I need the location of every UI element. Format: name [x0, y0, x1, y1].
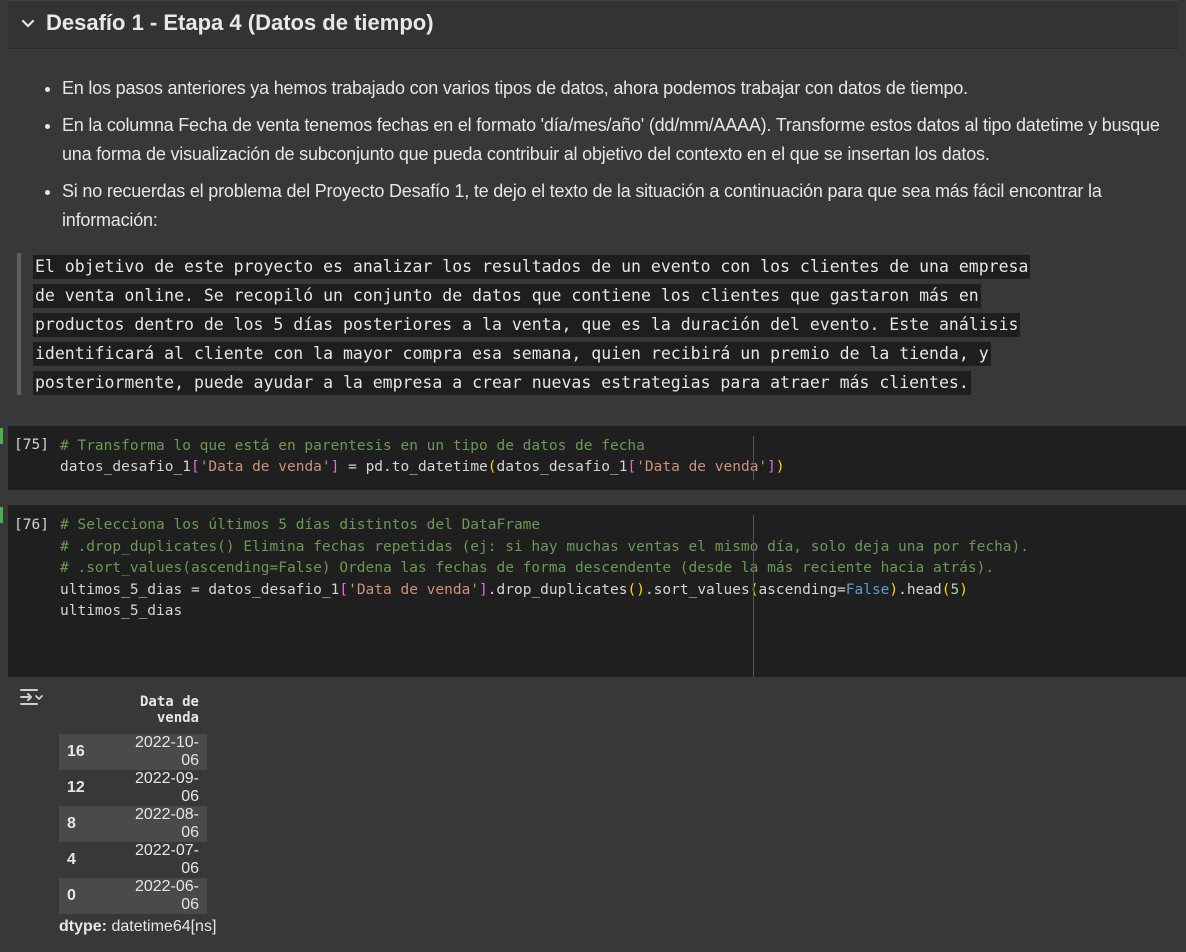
ruler-line — [753, 515, 754, 677]
code-token: .head — [898, 582, 942, 598]
code-cell-76[interactable]: [76] # Selecciona los últimos 5 días dis… — [8, 505, 1186, 677]
row-index: 8 — [59, 806, 111, 842]
execution-count[interactable]: [76] — [14, 517, 49, 533]
bullet-item: Si no recuerdas el problema del Proyecto… — [62, 177, 1172, 235]
quote-line: productos dentro de los 5 días posterior… — [33, 313, 1021, 337]
row-value: 2022-08-06 — [111, 806, 207, 842]
row-value: 2022-09-06 — [111, 770, 207, 806]
code-keyword: False — [845, 582, 890, 598]
column-header: Data de venda — [139, 694, 199, 726]
code-cell-75[interactable]: [75] # Transforma lo que está en parente… — [8, 426, 1186, 490]
output-toggle-icon[interactable] — [18, 686, 44, 708]
execution-count[interactable]: [75] — [14, 437, 49, 453]
code-token: ascending= — [758, 582, 846, 598]
table-row: 16 2022-10-06 — [59, 734, 207, 770]
cell-status-marker — [0, 507, 3, 523]
row-value: 2022-10-06 — [111, 734, 207, 770]
section-header[interactable]: Desafío 1 - Etapa 4 (Datos de tiempo) — [8, 0, 1178, 49]
dtype-value: datetime64[ns] — [107, 918, 217, 935]
chevron-down-icon[interactable] — [18, 14, 38, 34]
row-index: 16 — [59, 734, 111, 770]
code-comment: # Selecciona los últimos 5 días distinto… — [60, 517, 541, 533]
code-string: 'Data de venda' — [199, 459, 331, 475]
quote-line: de venta online. Se recopiló un conjunto… — [33, 284, 981, 308]
code-line[interactable]: # Selecciona los últimos 5 días distinto… — [60, 515, 540, 536]
row-value: 2022-07-06 — [111, 842, 207, 878]
code-line[interactable]: # Transforma lo que está en parentesis e… — [60, 436, 645, 457]
dtype-label: dtype: — [59, 918, 107, 935]
ruler-line — [753, 436, 754, 480]
bullet-list: En los pasos anteriores ya hemos trabaja… — [40, 74, 1172, 243]
quote-line: identificará al cliente con la mayor com… — [33, 342, 991, 366]
code-string: 'Data de venda' — [636, 459, 768, 475]
code-token: .drop_duplicates — [487, 582, 628, 598]
code-line[interactable]: ultimos_5_dias — [60, 601, 182, 622]
row-index: 0 — [59, 878, 111, 914]
row-index: 4 — [59, 842, 111, 878]
cell-status-marker — [0, 428, 3, 444]
table-row: 12 2022-09-06 — [59, 770, 207, 806]
bullet-item: En los pasos anteriores ya hemos trabaja… — [62, 74, 1172, 103]
code-line[interactable]: datos_desafio_1['Data de venda'] = pd.to… — [60, 457, 785, 478]
table-row: 0 2022-06-06 — [59, 878, 207, 914]
table-row: 8 2022-08-06 — [59, 806, 207, 842]
code-string: 'Data de venda' — [348, 582, 480, 598]
code-token: .sort_values — [644, 582, 750, 598]
section-title: Desafío 1 - Etapa 4 (Datos de tiempo) — [46, 10, 434, 35]
code-comment: # Transforma lo que está en parentesis e… — [60, 438, 645, 454]
code-line[interactable]: ultimos_5_dias = datos_desafio_1['Data d… — [60, 580, 968, 601]
code-token: = pd.to_datetime — [339, 459, 488, 475]
row-index: 12 — [59, 770, 111, 806]
table-row: 4 2022-07-06 — [59, 842, 207, 878]
code-token: ultimos_5_dias — [60, 603, 183, 619]
output-dataframe: Data de venda 16 2022-10-06 12 2022-09-0… — [59, 688, 207, 914]
code-number: 5 — [950, 582, 960, 598]
code-comment: # .sort_values(ascending=False) Ordena l… — [60, 560, 995, 576]
code-token: datos_desafio_1 — [60, 459, 191, 475]
index-header — [59, 688, 111, 734]
quote-line: El objetivo de este proyecto es analizar… — [33, 255, 1031, 279]
code-token: datos_desafio_1 — [496, 459, 628, 475]
dtype-info: dtype: datetime64[ns] — [59, 918, 216, 936]
row-value: 2022-06-06 — [111, 878, 207, 914]
code-line[interactable]: # .sort_values(ascending=False) Ordena l… — [60, 558, 994, 579]
bullet-item: En la columna Fecha de venta tenemos fec… — [62, 111, 1172, 169]
code-token: ultimos_5_dias = datos_desafio_1 — [60, 582, 340, 598]
quote-line: posteriormente, puede ayudar a la empres… — [33, 371, 971, 395]
code-comment: # .drop_duplicates() Elimina fechas repe… — [60, 539, 1030, 555]
code-line[interactable]: # .drop_duplicates() Elimina fechas repe… — [60, 537, 1029, 558]
